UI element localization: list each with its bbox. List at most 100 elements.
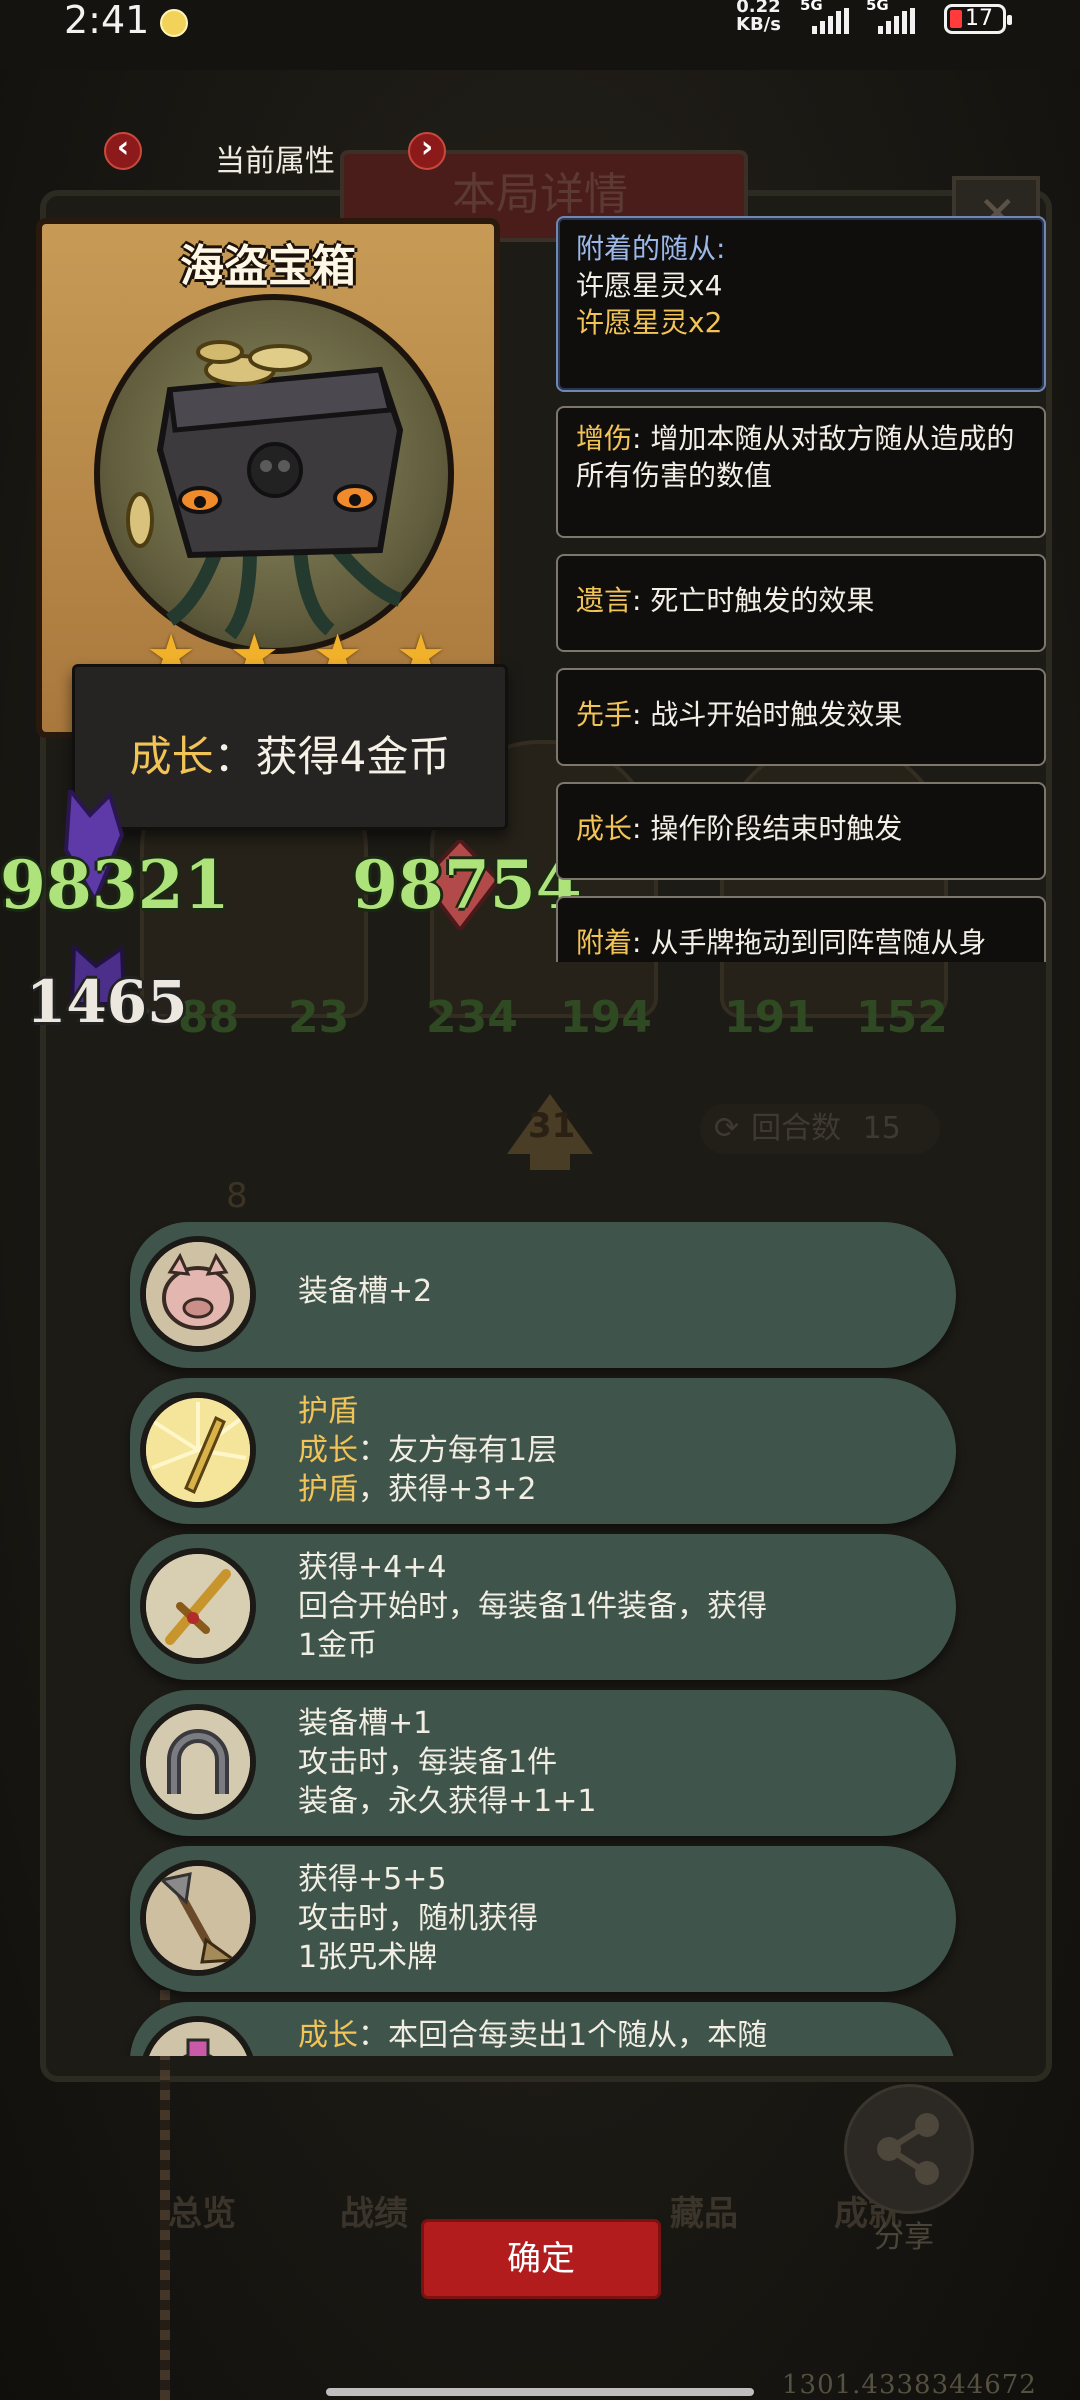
confirm-button[interactable]: 确定 <box>424 2222 658 2296</box>
background-stat: 191 <box>724 992 816 1043</box>
item-line: 获得+5+5 <box>298 1862 447 1897</box>
next-arrow-button[interactable]: › <box>408 130 446 170</box>
network-speed: 0.22 KB/s <box>736 0 781 34</box>
item-description: 护盾 成长：友方每有1层 护盾，获得+3+2 <box>298 1392 918 1509</box>
keyword-tooltip: 遗言: 死亡时触发的效果 <box>556 554 1046 652</box>
share-icon <box>877 2113 939 2185</box>
keyword-name: 遗言 <box>576 584 633 617</box>
background-stat: 152 <box>856 992 948 1043</box>
notification-dot-icon <box>160 9 188 37</box>
keyword-name: 附着 <box>576 926 633 959</box>
list-item[interactable]: 装备槽+2 <box>130 1222 956 1368</box>
attached-minions-tooltip: 附着的随从: 许愿星灵x4 许愿星灵x2 <box>556 216 1046 392</box>
list-item[interactable]: 获得+4+4 回合开始时，每装备1件装备，获得 1金币 <box>130 1534 956 1680</box>
ability-keyword: 成长 <box>129 732 214 781</box>
attached-minion-entry: 许愿星灵x4 <box>576 269 723 302</box>
damage-number-left: 98321 <box>0 846 230 924</box>
item-line: 装备槽+2 <box>298 1274 433 1309</box>
keyword-description: : 操作阶段结束时触发 <box>632 812 903 845</box>
pirate-chest-portrait-icon <box>94 294 454 654</box>
keyword-description: : 从手牌拖动到同阵营随从身 <box>632 926 987 959</box>
status-bar: 2:41 0.22 KB/s 5G 5G 17 <box>0 0 1080 44</box>
keyword-tooltip: 附着: 从手牌拖动到同阵营随从身 <box>556 896 1046 962</box>
keyword-tooltip: 增伤: 增加本随从对敌方随从造成的所有伤害的数值 <box>556 406 1046 538</box>
card-ability-text: 成长：获得4金币 <box>75 723 505 784</box>
list-item[interactable]: 获得+5+5 攻击时，随机获得 1张咒术牌 <box>130 1846 956 1992</box>
keyword-tooltip: 成长: 操作阶段结束时触发 <box>556 782 1046 880</box>
golden-sword-icon <box>140 1548 256 1664</box>
item-keyword: 护盾 <box>298 1472 358 1507</box>
bottom-hint-number: 1301.4338344672 <box>782 2370 1037 2400</box>
item-line: 装备，永久获得+1+1 <box>298 1784 597 1819</box>
list-item[interactable]: 成长：本回合每卖出1个随从，本随 <box>130 2002 956 2056</box>
item-line: 1金币 <box>298 1628 378 1663</box>
item-line: 回合开始时，每装备1件装备，获得 <box>298 1589 768 1624</box>
previous-arrow-button[interactable]: ‹ <box>104 130 142 170</box>
nav-tab-overview[interactable]: 总览 <box>168 2186 236 2235</box>
arrow-value: 31 <box>528 1106 576 1146</box>
network-speed-unit: KB/s <box>736 14 781 35</box>
round-value: 15 <box>862 1111 901 1146</box>
keyword-description: : 死亡时触发的效果 <box>632 584 875 617</box>
share-label: 分享 <box>874 2220 934 2255</box>
item-keyword: 成长 <box>298 1433 358 1468</box>
item-description: 装备槽+1 攻击时，每装备1件 装备，永久获得+1+1 <box>298 1704 918 1821</box>
item-description: 获得+5+5 攻击时，随机获得 1张咒术牌 <box>298 1860 918 1977</box>
keyword-name: 先手 <box>576 698 633 731</box>
round-label: 回合数 <box>751 1111 842 1146</box>
effect-list[interactable]: 装备槽+2 护盾 成长：友方每有1层 护盾，获得+3+2 获得+4+4 回合开始… <box>120 1222 970 2056</box>
keyword-tooltip: 先手: 战斗开始时触发效果 <box>556 668 1046 766</box>
list-item[interactable]: 装备槽+1 攻击时，每装备1件 装备，永久获得+1+1 <box>130 1690 956 1836</box>
item-description: 成长：本回合每卖出1个随从，本随 <box>298 2016 918 2055</box>
keyword-description: : 增加本随从对敌方随从造成的所有伤害的数值 <box>576 422 1015 492</box>
small-number: 1465 <box>26 968 188 1036</box>
horseshoe-icon <box>140 1704 256 1820</box>
level-badge: 8 <box>226 1176 248 1216</box>
item-line: 攻击时，随机获得 <box>298 1901 538 1936</box>
ability-colon: ： <box>213 732 256 781</box>
pirate-chest-icon <box>126 340 404 640</box>
item-line: 获得+4+4 <box>298 1550 447 1585</box>
nav-tab-collection[interactable]: 藏品 <box>670 2186 738 2235</box>
background-stat: 194 <box>560 992 652 1043</box>
item-line: ：友方每有1层 <box>358 1433 558 1468</box>
nav-tab-record[interactable]: 战绩 <box>340 2186 408 2235</box>
keyword-description: : 战斗开始时触发效果 <box>632 698 903 731</box>
signal-2-icon: 5G <box>866 0 924 36</box>
item-line: 攻击时，每装备1件 <box>298 1745 558 1780</box>
potion-icon <box>140 2016 256 2056</box>
keyword-name: 增伤 <box>576 422 633 455</box>
round-counter: ⟳ 回合数 15 <box>700 1104 940 1154</box>
list-item[interactable]: 护盾 成长：友方每有1层 护盾，获得+3+2 <box>130 1378 956 1524</box>
share-button[interactable] <box>844 2084 974 2214</box>
background-title: 本局详情 <box>452 169 628 220</box>
home-indicator[interactable] <box>326 2388 754 2396</box>
attribute-title: 当前属性 <box>215 144 335 179</box>
damage-number-right: 98754 <box>352 846 582 924</box>
card-ability-panel: 成长：获得4金币 <box>72 664 508 830</box>
item-keyword: 护盾 <box>298 1394 358 1429</box>
chevron-right-icon: › <box>420 130 434 165</box>
attached-minion-entry: 许愿星灵x2 <box>576 306 723 339</box>
attached-minions-title: 附着的随从: <box>576 232 726 265</box>
broom-axe-icon <box>140 1860 256 1976</box>
confirm-button-label: 确定 <box>507 2239 575 2279</box>
chevron-left-icon: ‹ <box>116 130 130 165</box>
item-keyword: 成长 <box>298 2018 358 2053</box>
keyword-name: 成长 <box>576 812 633 845</box>
shield-sword-icon <box>140 1392 256 1508</box>
card-name: 海盗宝箱 <box>180 241 356 292</box>
battery-level: 17 <box>965 6 993 31</box>
refresh-icon: ⟳ <box>714 1111 740 1146</box>
pig-armor-icon <box>140 1236 256 1352</box>
ability-effect: 获得4金币 <box>255 732 451 781</box>
signal-1-icon: 5G <box>800 0 858 36</box>
keyword-tooltip-list[interactable]: 附着的随从: 许愿星灵x4 许愿星灵x2 增伤: 增加本随从对敌方随从造成的所有… <box>552 214 1052 962</box>
item-line: 1张咒术牌 <box>298 1940 438 1975</box>
item-description: 获得+4+4 回合开始时，每装备1件装备，获得 1金币 <box>298 1548 918 1665</box>
item-line: ：本回合每卖出1个随从，本随 <box>358 2018 768 2053</box>
item-line: 装备槽+1 <box>298 1706 433 1741</box>
item-line: ，获得+3+2 <box>358 1472 537 1507</box>
item-description: 装备槽+2 <box>298 1272 918 1311</box>
minion-card[interactable]: 海盗宝箱 ★ ★ ★ ★ 成长：获得4金币 <box>36 218 508 830</box>
